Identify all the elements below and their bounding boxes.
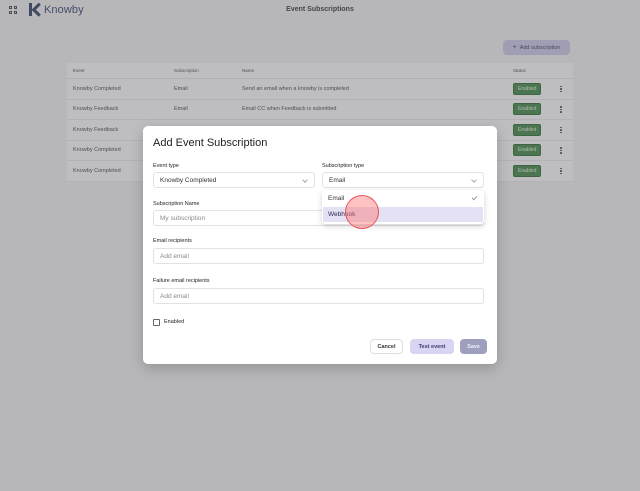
option-label: Email [328,195,345,202]
failure-recipients-input[interactable]: Add email [153,288,484,304]
check-icon [471,194,478,201]
chevron-down-icon [302,177,308,183]
subscription-name-label: Subscription Name [153,201,200,207]
event-type-select[interactable]: Knowby Completed [153,172,315,188]
enabled-checkbox[interactable] [153,319,160,326]
email-recipients-label: Email recipients [153,238,192,244]
failure-recipients-label: Failure email recipients [153,278,210,284]
click-indicator [345,195,379,229]
failure-recipients-placeholder: Add email [160,292,189,300]
subscription-type-label: Subscription type [322,163,365,169]
event-type-label: Event type [153,163,179,169]
email-recipients-input[interactable]: Add email [153,248,484,264]
enabled-label: Enabled [164,319,185,325]
chevron-down-icon [471,177,477,183]
save-button[interactable]: Save [460,339,487,354]
subscription-type-select[interactable]: Email [322,172,484,188]
test-event-button[interactable]: Test event [410,339,454,354]
email-recipients-placeholder: Add email [160,252,189,260]
dialog-title: Add Event Subscription [153,137,268,149]
subscription-type-value: Email [329,176,346,184]
subscription-name-placeholder: My subscription [160,214,206,222]
cancel-button[interactable]: Cancel [370,339,403,354]
add-subscription-dialog: Add Event Subscription Event type Knowby… [143,126,497,364]
event-type-value: Knowby Completed [160,176,217,184]
